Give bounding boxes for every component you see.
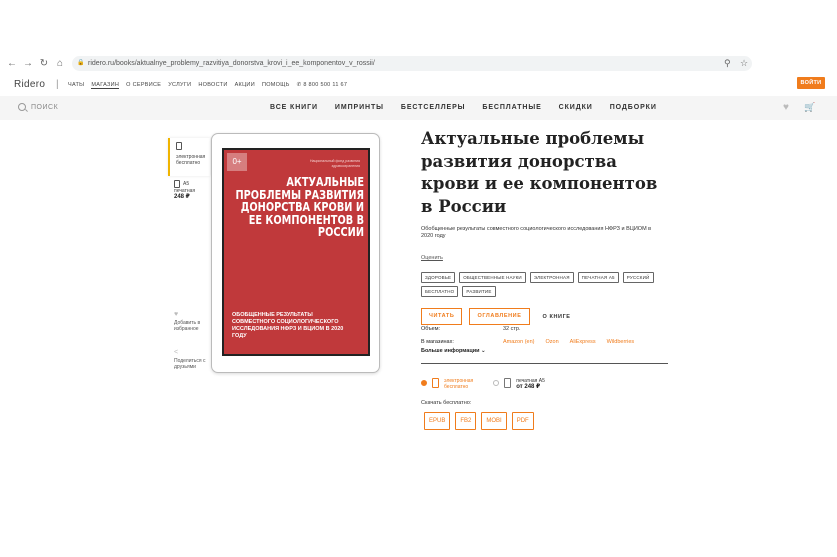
phone-number[interactable]: ✆ 8 800 500 11 67 bbox=[297, 82, 348, 89]
cover-subtitle: Обобщенные результаты совместного социол… bbox=[232, 312, 344, 339]
home-icon[interactable]: ⌂ bbox=[54, 58, 66, 70]
nav-items: ВСЕ КНИГИ ИМПРИНТЫ БЕСТСЕЛЛЕРЫ БЕСПЛАТНЫ… bbox=[270, 104, 657, 111]
cover-organization: Национальный фонд развития здравоохранен… bbox=[309, 159, 360, 168]
volume-value: 32 стр. bbox=[503, 325, 521, 332]
phone-icon: ✆ bbox=[296, 82, 302, 88]
site-header: Ridero | ЧАТЫ МАГАЗИН О СЕРВИСЕ УСЛУГИ Н… bbox=[0, 77, 837, 93]
format-option-ebook-price: бесплатно bbox=[444, 384, 469, 390]
nav-imprints[interactable]: ИМПРИНТЫ bbox=[335, 104, 384, 111]
share-icon: < bbox=[174, 349, 179, 356]
top-link-news[interactable]: НОВОСТИ bbox=[198, 82, 227, 89]
search-field[interactable]: ПОИСК bbox=[18, 103, 58, 111]
logo-separator: | bbox=[56, 79, 59, 90]
cart-icon[interactable]: 🛒 bbox=[804, 102, 815, 113]
ebook-icon bbox=[176, 142, 182, 150]
add-to-favorites-label: Добавить в избранное bbox=[174, 320, 201, 332]
meta-volume: Объем: 32 стр. bbox=[421, 322, 668, 335]
top-link-about[interactable]: О СЕРВИСЕ bbox=[126, 82, 161, 89]
cover-title: АКТУАЛЬНЫЕ ПРОБЛЕМЫ РАЗВИТИЯ ДОНОРСТВА К… bbox=[235, 174, 364, 239]
share-label: Поделиться с друзьями bbox=[174, 358, 206, 370]
shop-wildberries[interactable]: Wildberries bbox=[607, 339, 635, 345]
download-mobi-button[interactable]: MOBI bbox=[481, 412, 507, 430]
top-links: ЧАТЫ МАГАЗИН О СЕРВИСЕ УСЛУГИ НОВОСТИ АК… bbox=[68, 82, 347, 89]
top-link-help[interactable]: ПОМОЩЬ bbox=[262, 82, 290, 89]
book-cover[interactable]: 0+ Национальный фонд развития здравоохра… bbox=[222, 148, 370, 356]
top-link-shop[interactable]: МАГАЗИН bbox=[91, 82, 120, 89]
format-ebook-price: бесплатно bbox=[176, 160, 201, 166]
search-icon bbox=[18, 103, 26, 111]
download-epub-button[interactable]: EPUB bbox=[424, 412, 451, 430]
download-fb2-button[interactable]: FB2 bbox=[455, 412, 477, 430]
format-option-print[interactable]: печатная A5 от 248 ₽ bbox=[493, 378, 545, 390]
add-to-favorites[interactable]: ♥ Добавить в избранное bbox=[174, 311, 214, 332]
meta-shops: В магазинах: Amazon (en) Ozon AliExpress… bbox=[421, 335, 668, 348]
logo[interactable]: Ridero bbox=[14, 79, 45, 90]
divider bbox=[421, 363, 668, 364]
tag-social-sciences[interactable]: ОБЩЕСТВЕННЫЕ НАУКИ bbox=[459, 272, 526, 283]
favorites-heart-icon[interactable]: ♥ bbox=[783, 102, 789, 113]
format-print[interactable]: A5 печатная 248 ₽ bbox=[168, 176, 210, 214]
tag-ebook[interactable]: ЭЛЕКТРОННАЯ bbox=[529, 272, 574, 283]
forward-icon[interactable]: → bbox=[22, 58, 34, 70]
book-info: Актуальные проблемы развития донорства к… bbox=[421, 128, 671, 325]
lock-icon: 🔒 bbox=[77, 60, 85, 66]
tablet-frame: 0+ Национальный фонд развития здравоохра… bbox=[211, 133, 380, 373]
book-title: Актуальные проблемы развития донорства к… bbox=[421, 129, 658, 216]
format-print-price: 248 ₽ bbox=[174, 194, 190, 200]
shop-aliexpress[interactable]: AliExpress bbox=[570, 339, 596, 345]
bookmark-star-icon[interactable]: ☆ bbox=[740, 58, 748, 69]
nav-bestsellers[interactable]: БЕСТСЕЛЛЕРЫ bbox=[401, 104, 466, 111]
format-print-type: A5 bbox=[183, 181, 190, 187]
search-label: ПОИСК bbox=[31, 103, 59, 111]
heart-icon: ♥ bbox=[174, 311, 179, 318]
tag-print-a5[interactable]: ПЕЧАТНАЯ A5 bbox=[577, 272, 619, 283]
radio-print[interactable] bbox=[493, 380, 500, 386]
download-label: Скачать бесплатно: bbox=[421, 400, 472, 406]
format-option-print-price: от 248 ₽ bbox=[516, 384, 541, 390]
nav-all-books[interactable]: ВСЕ КНИГИ bbox=[270, 104, 318, 111]
format-select: электронная бесплатно печатная A5 от 248… bbox=[421, 378, 545, 390]
print-book-icon bbox=[504, 378, 512, 388]
ebook-icon bbox=[432, 378, 439, 388]
url-text: ridero.ru/books/aktualnye_problemy_razvi… bbox=[88, 60, 375, 67]
download-buttons: EPUB FB2 MOBI PDF bbox=[424, 412, 534, 430]
browser-toolbar: ← → ↻ ⌂ 🔒 ridero.ru/books/aktualnye_prob… bbox=[0, 55, 837, 73]
format-switcher: электронная бесплатно A5 печатная 248 ₽ bbox=[168, 138, 210, 214]
format-ebook[interactable]: электронная бесплатно bbox=[168, 138, 210, 176]
phone-text: 8 800 500 11 67 bbox=[303, 82, 348, 88]
about-book-link[interactable]: О КНИГЕ bbox=[537, 314, 571, 320]
top-link-services[interactable]: УСЛУГИ bbox=[168, 82, 191, 89]
back-icon[interactable]: ← bbox=[6, 58, 18, 70]
book-meta: Объем: 32 стр. В магазинах: Amazon (en) … bbox=[421, 322, 668, 364]
main-nav: ПОИСК ВСЕ КНИГИ ИМПРИНТЫ БЕСТСЕЛЛЕРЫ БЕС… bbox=[0, 96, 837, 120]
shop-ozon[interactable]: Ozon bbox=[546, 339, 559, 345]
shop-amazon[interactable]: Amazon (en) bbox=[503, 339, 535, 345]
shops-label: В магазинах: bbox=[421, 338, 454, 345]
reload-icon[interactable]: ↻ bbox=[38, 58, 50, 70]
nav-free[interactable]: БЕСПЛАТНЫЕ bbox=[482, 104, 541, 111]
print-book-icon bbox=[174, 180, 180, 188]
tag-list: ЗДОРОВЬЕ ОБЩЕСТВЕННЫЕ НАУКИ ЭЛЕКТРОННАЯ … bbox=[421, 272, 671, 297]
download-pdf-button[interactable]: PDF bbox=[511, 412, 534, 430]
radio-ebook[interactable] bbox=[421, 380, 427, 386]
login-button[interactable]: ВОЙТИ bbox=[797, 77, 825, 89]
age-rating-badge: 0+ bbox=[227, 153, 247, 171]
top-link-promos[interactable]: АКЦИИ bbox=[235, 82, 255, 89]
volume-label: Объем: bbox=[421, 325, 441, 332]
zoom-icon[interactable]: ⚲ bbox=[724, 58, 731, 69]
book-subtitle: Обобщенные результаты совместного социол… bbox=[421, 226, 652, 239]
address-bar[interactable]: 🔒 ridero.ru/books/aktualnye_problemy_raz… bbox=[72, 56, 752, 71]
more-info-toggle[interactable]: Больше информации ⌄ bbox=[421, 348, 668, 359]
top-link-chats[interactable]: ЧАТЫ bbox=[68, 82, 84, 89]
share[interactable]: < Поделиться с друзьями bbox=[174, 349, 214, 370]
tag-free[interactable]: БЕСПЛАТНО bbox=[421, 286, 459, 297]
tag-health[interactable]: ЗДОРОВЬЕ bbox=[421, 272, 456, 283]
tag-russian[interactable]: РУССКИЙ bbox=[622, 272, 654, 283]
tag-development[interactable]: РАЗВИТИЕ bbox=[462, 286, 496, 297]
nav-collections[interactable]: ПОДБОРКИ bbox=[610, 104, 657, 111]
rate-link[interactable]: Оценить bbox=[421, 255, 671, 261]
nav-discounts[interactable]: СКИДКИ bbox=[559, 104, 593, 111]
format-option-ebook[interactable]: электронная бесплатно bbox=[421, 378, 473, 390]
